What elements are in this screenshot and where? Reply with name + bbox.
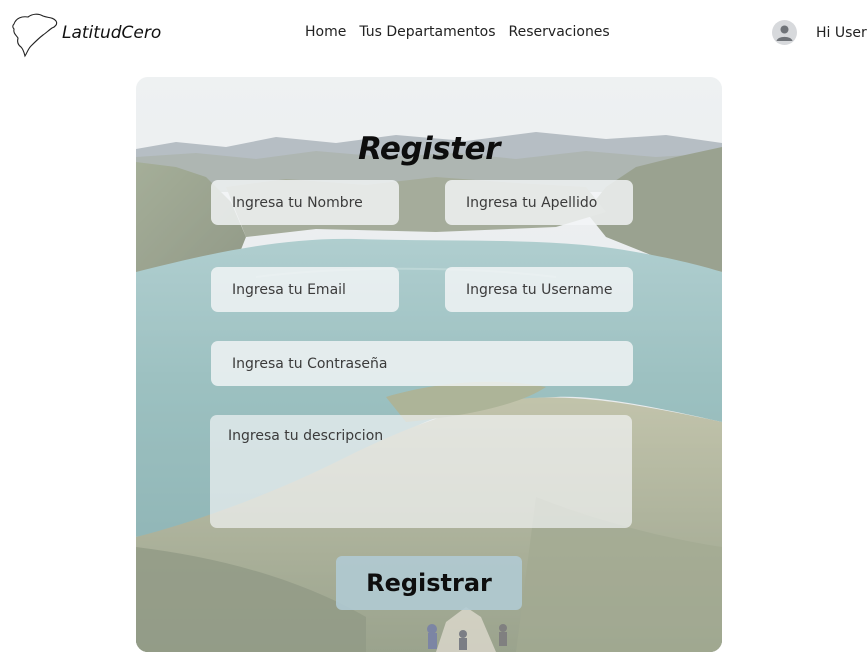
last-name-input[interactable] bbox=[445, 180, 633, 225]
email-input[interactable] bbox=[211, 267, 399, 312]
description-textarea[interactable] bbox=[210, 415, 632, 528]
user-avatar-icon[interactable] bbox=[772, 20, 797, 45]
main-nav: Home Tus Departamentos Reservaciones bbox=[305, 24, 623, 40]
nav-link-reservaciones[interactable]: Reservaciones bbox=[509, 24, 610, 40]
brand-logo[interactable]: LatitudCero bbox=[8, 8, 161, 58]
register-card: Register Registrar bbox=[136, 77, 722, 652]
user-menu[interactable]: Hi User bbox=[772, 20, 867, 45]
ecuador-map-outline-icon bbox=[12, 13, 58, 58]
nav-link-tus-departamentos[interactable]: Tus Departamentos bbox=[359, 24, 495, 40]
brand-name: LatitudCero bbox=[62, 23, 162, 43]
register-title: Register bbox=[358, 130, 500, 167]
username-input[interactable] bbox=[445, 267, 633, 312]
first-name-input[interactable] bbox=[211, 180, 399, 225]
password-input[interactable] bbox=[211, 341, 633, 386]
user-greeting[interactable]: Hi User bbox=[816, 25, 867, 41]
register-button[interactable]: Registrar bbox=[336, 556, 522, 610]
top-navbar: LatitudCero Home Tus Departamentos Reser… bbox=[0, 0, 867, 66]
nav-link-home[interactable]: Home bbox=[305, 24, 346, 40]
